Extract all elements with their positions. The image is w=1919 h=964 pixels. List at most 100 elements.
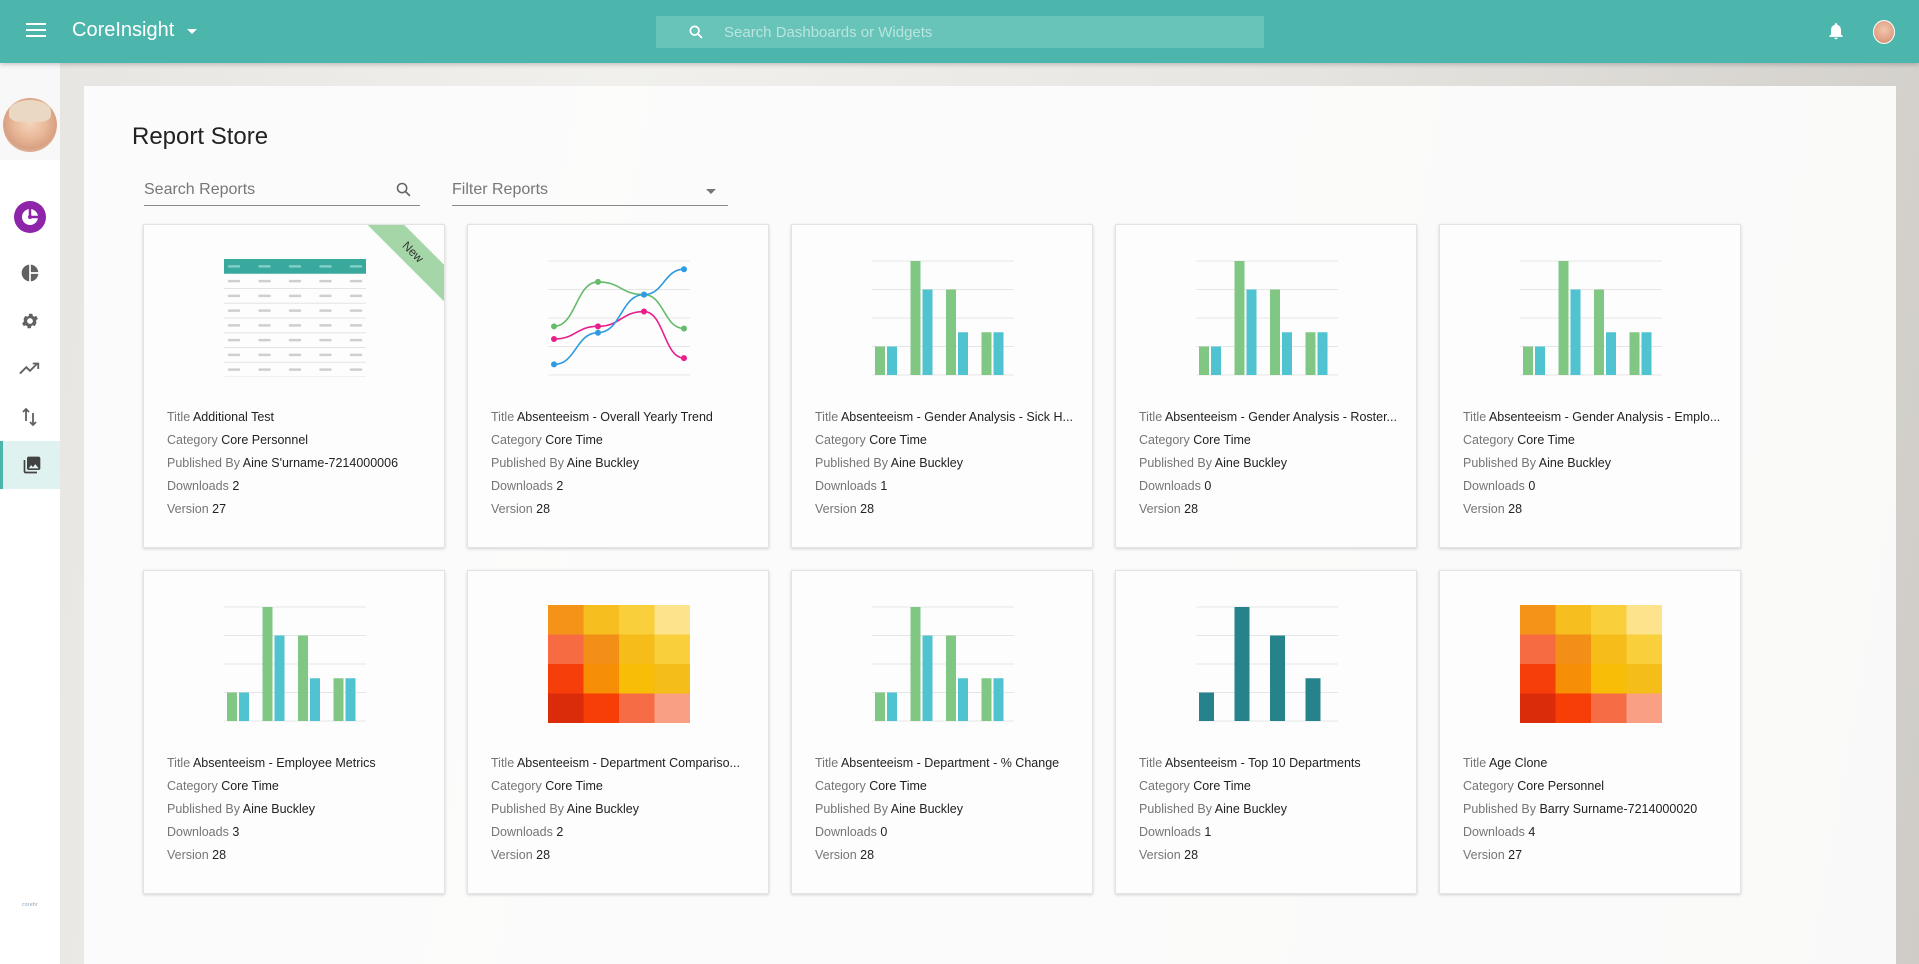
report-card[interactable]: New Title Additional Test Category Core Pe… <box>143 224 445 548</box>
field-value: 27 <box>212 502 227 516</box>
report-category: Category Core Time <box>815 429 1077 452</box>
heatmap-cell <box>1555 605 1592 635</box>
field-value: Core Personnel <box>221 433 309 447</box>
report-card[interactable]: Title Absenteeism - Department Compariso… <box>467 570 769 894</box>
field-label: Downloads <box>815 479 881 493</box>
report-published-by: Published By Aine Buckley <box>491 798 753 821</box>
thumb-bar <box>345 678 356 721</box>
new-badge: New <box>357 225 444 308</box>
thumb-bar <box>1305 332 1316 375</box>
report-title: Title Absenteeism - Employee Metrics <box>167 752 429 775</box>
field-label: Published By <box>491 802 567 816</box>
brand-dropdown-icon[interactable] <box>187 29 197 34</box>
field-value: 28 <box>212 848 227 862</box>
global-search-input[interactable] <box>724 16 1244 48</box>
field-label: Title <box>1139 756 1165 770</box>
field-label: Title <box>1463 756 1489 770</box>
report-store-panel: Report Store Filter Reports New Title Add… <box>84 86 1896 964</box>
field-value: Additional Test <box>192 410 275 424</box>
thumb-bar <box>1606 332 1616 375</box>
thumb-bar <box>1305 678 1321 721</box>
heatmap-cell <box>548 634 584 665</box>
thumb-bar <box>1270 635 1285 721</box>
heatmap-cell <box>1520 693 1556 723</box>
heatmap-cell <box>1626 664 1662 694</box>
report-downloads: Downloads 0 <box>1463 475 1725 498</box>
report-category: Category Core Time <box>167 775 429 798</box>
report-published-by: Published By Aine Buckley <box>491 452 753 475</box>
report-title: Title Absenteeism - Gender Analysis - Ro… <box>1139 406 1401 429</box>
field-value: Core Time <box>1517 433 1575 447</box>
thumb-bar <box>946 289 956 375</box>
field-label: Version <box>815 502 861 516</box>
global-search[interactable] <box>656 16 1264 48</box>
field-label: Published By <box>491 456 567 470</box>
report-title: Title Additional Test <box>167 406 429 429</box>
report-downloads: Downloads 4 <box>1463 821 1725 844</box>
thumb-bar <box>1570 289 1581 375</box>
report-card[interactable]: Title Absenteeism - Gender Analysis - Ro… <box>1115 224 1417 548</box>
field-value: 28 <box>1508 502 1523 516</box>
report-meta: Title Age Clone Category Core Personnel Pu… <box>1463 752 1725 867</box>
report-card[interactable]: Title Absenteeism - Gender Analysis - Si… <box>791 224 1093 548</box>
field-label: Downloads <box>1139 479 1205 493</box>
profile-avatar[interactable] <box>3 98 57 152</box>
report-meta: Title Absenteeism - Gender Analysis - Em… <box>1463 406 1725 521</box>
thumb-line <box>553 281 685 330</box>
field-value: 2 <box>556 479 564 493</box>
report-card[interactable]: Title Age Clone Category Core Personnel Pu… <box>1439 570 1741 894</box>
report-card[interactable]: Title Absenteeism - Gender Analysis - Em… <box>1439 224 1741 548</box>
grouped-bar-thumbnail <box>224 606 366 722</box>
thumb-bar <box>1246 289 1257 375</box>
report-meta: Title Absenteeism - Overall Yearly Trend… <box>491 406 753 521</box>
thumb-bar <box>274 635 285 721</box>
report-title: Title Absenteeism - Gender Analysis - Si… <box>815 406 1077 429</box>
swap-vertical-icon <box>22 407 37 427</box>
sidebar-item-dashboards[interactable] <box>0 193 60 241</box>
report-card[interactable]: Title Absenteeism - Department - % Chang… <box>791 570 1093 894</box>
search-icon[interactable] <box>395 181 412 198</box>
heatmap-cell <box>619 693 655 723</box>
gear-icon <box>22 313 38 329</box>
report-meta: Title Absenteeism - Gender Analysis - Ro… <box>1139 406 1401 521</box>
field-value: Aine S'urname-7214000006 <box>242 456 399 470</box>
field-label: Category <box>167 779 222 793</box>
search-reports-field[interactable] <box>144 176 420 206</box>
field-label: Category <box>1463 779 1518 793</box>
heatmap-cell <box>548 664 584 694</box>
sidebar-item-settings[interactable] <box>0 297 60 345</box>
field-value: Core Time <box>545 779 603 793</box>
thumb-bar <box>262 607 273 721</box>
notifications-bell-icon[interactable] <box>1826 20 1846 42</box>
menu-icon[interactable] <box>24 20 48 42</box>
field-value: Aine Buckley <box>1214 802 1288 816</box>
field-label: Category <box>491 433 546 447</box>
thumb-point <box>551 323 557 330</box>
thumb-bar <box>1234 261 1245 375</box>
sidebar-item-import-export[interactable] <box>0 393 60 441</box>
sidebar-item-trends[interactable] <box>0 345 60 393</box>
search-reports-input[interactable] <box>144 176 420 204</box>
heatmap-cell <box>583 605 620 635</box>
sidebar-item-report-store[interactable] <box>0 441 60 489</box>
thumb-bar <box>1199 692 1214 721</box>
heatmap-cell <box>654 605 690 635</box>
sidebar-item-widgets[interactable] <box>0 249 60 297</box>
filter-reports-select[interactable]: Filter Reports <box>452 176 728 206</box>
field-value: Absenteeism - Department Compariso... <box>516 756 740 770</box>
report-version: Version 28 <box>1139 498 1401 521</box>
app-brand[interactable]: CoreInsight <box>72 19 174 42</box>
thumb-bar <box>1317 332 1328 375</box>
thumb-bar <box>310 678 320 721</box>
report-card[interactable]: Title Absenteeism - Employee Metrics Cate… <box>143 570 445 894</box>
report-card[interactable]: Title Absenteeism - Overall Yearly Trend… <box>467 224 769 548</box>
report-card[interactable]: Title Absenteeism - Top 10 Departments Ca… <box>1115 570 1417 894</box>
thumb-point <box>641 308 647 315</box>
line-thumbnail <box>548 260 690 376</box>
thumb-bar <box>981 678 992 721</box>
user-avatar[interactable] <box>1873 20 1895 44</box>
thumb-bar <box>993 678 1004 721</box>
thumb-bar <box>922 289 933 375</box>
thumb-bar <box>1199 346 1209 375</box>
field-value: Absenteeism - Department - % Change <box>840 756 1060 770</box>
